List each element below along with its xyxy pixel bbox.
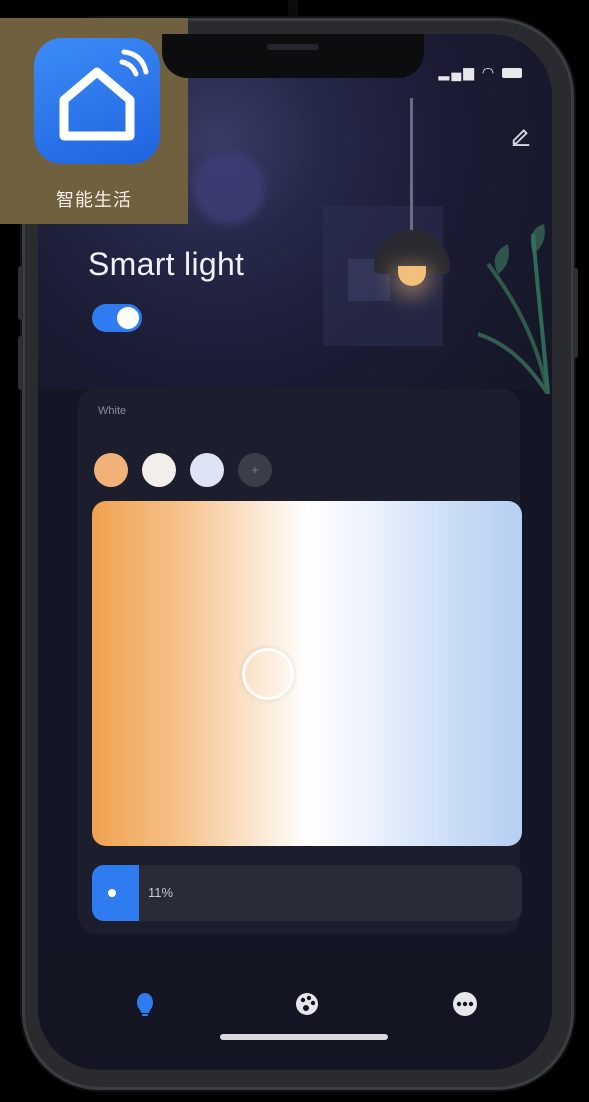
battery-icon (502, 68, 522, 79)
home-icon (59, 49, 149, 141)
volume-down-button (18, 336, 23, 390)
edit-icon[interactable] (510, 124, 532, 146)
brightness-dot (108, 889, 116, 897)
tab-bar (38, 949, 552, 1069)
color-temperature-picker[interactable] (92, 501, 522, 846)
plant-icon (478, 224, 550, 394)
panel-label: White (98, 405, 127, 417)
notch (162, 34, 424, 78)
add-swatch-button[interactable]: + (238, 453, 272, 487)
tab-color[interactable] (292, 989, 322, 1019)
brightness-label: 11% (148, 885, 174, 900)
swatch-neutral[interactable] (142, 453, 176, 487)
swatch-cool[interactable] (190, 453, 224, 487)
volume-up-button (18, 266, 23, 320)
cellular-icon: ▂▄▆ (438, 64, 476, 80)
app-icon-label: 智能生活 (56, 190, 132, 210)
white-light-icon (137, 993, 153, 1016)
app-icon-overlay: 智能生活 (0, 18, 188, 224)
swatch-warm[interactable] (94, 453, 128, 487)
earpiece-speaker (267, 44, 319, 50)
plus-icon: + (251, 463, 259, 477)
lamp-wire (410, 98, 413, 238)
smart-life-app-icon[interactable] (34, 38, 160, 164)
home-indicator[interactable] (220, 1034, 388, 1040)
color-palette-icon (296, 993, 318, 1015)
status-bar: ▂▄▆ ◠ (439, 64, 522, 81)
brightness-slider[interactable]: 11% (92, 865, 522, 921)
swatch-row: + (94, 453, 272, 487)
power-button (573, 268, 578, 358)
tab-white-light[interactable] (130, 989, 160, 1019)
ambient-light-orb (193, 152, 265, 224)
more-icon (453, 992, 477, 1016)
white-light-panel: White + 11% (78, 389, 522, 934)
device-title: Smart light (88, 246, 245, 282)
toggle-knob (117, 307, 139, 329)
picker-handle[interactable] (242, 648, 294, 700)
tab-more[interactable] (450, 989, 480, 1019)
wifi-icon: ◠ (481, 64, 497, 80)
power-toggle[interactable] (92, 304, 142, 332)
